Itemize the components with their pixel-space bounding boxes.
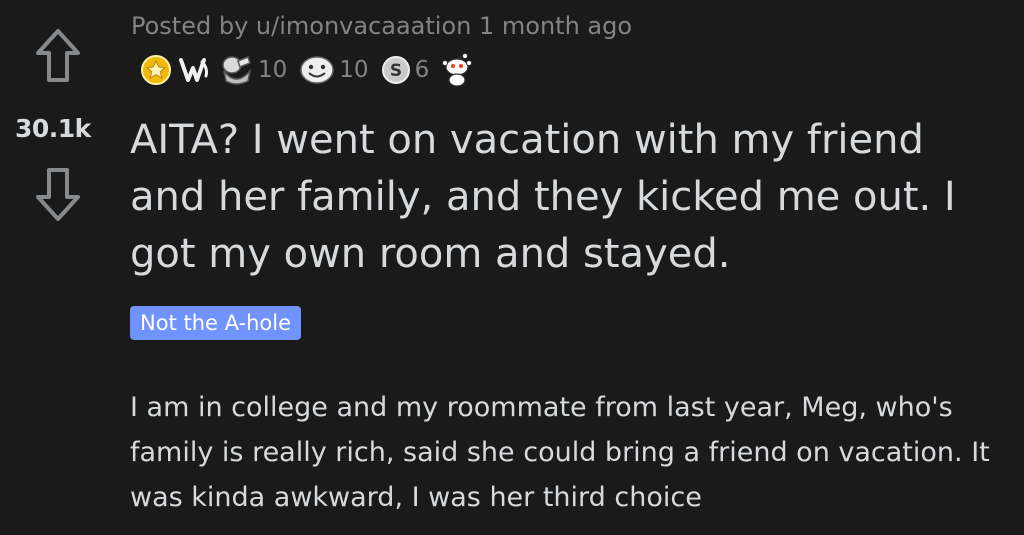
author-link[interactable]: u/imonvacaaation [256,12,471,40]
award-count: 6 [414,57,430,83]
posted-by-label: Posted by [131,12,249,40]
post-age: 1 month ago [479,12,633,40]
vote-column: 30.1k [0,0,124,535]
post-title[interactable]: AITA? I went on vacation with my friend … [130,112,1010,283]
post-meta: Posted by u/imonvacaaation 1 month ago [131,12,632,40]
downvote-arrow-icon[interactable] [34,166,82,222]
award-count: 10 [339,57,369,83]
upvote-arrow-icon[interactable] [34,28,82,84]
hands-award-icon[interactable] [178,54,212,86]
gold-award-icon[interactable] [140,54,172,86]
post-body-text: I am in college and my roommate from las… [130,392,990,513]
vote-score: 30.1k [15,114,91,143]
smile-award-icon[interactable]: 10 [299,54,374,86]
award-count: 10 [258,57,288,83]
post-flair[interactable]: Not the A-hole [130,306,301,340]
awards-row[interactable]: 10 10 S 6 [140,52,473,88]
hug-award-icon[interactable]: 10 [218,53,293,87]
snoo-award-icon[interactable] [441,53,473,87]
svg-text:S: S [389,61,401,81]
post-body: I am in college and my roommate from las… [130,385,1010,520]
silver-award-icon[interactable]: S 6 [381,55,436,85]
